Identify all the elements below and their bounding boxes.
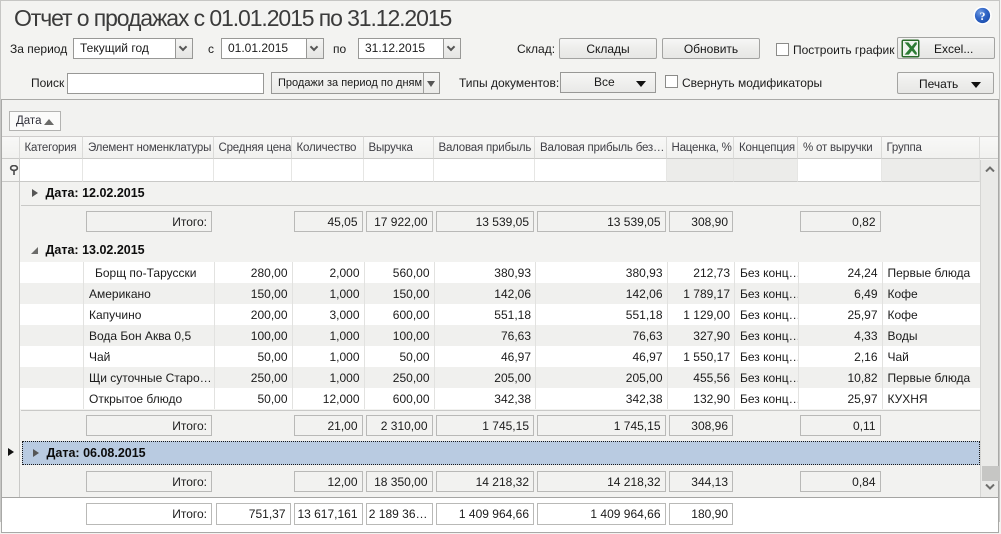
svg-text:?: ? [980, 9, 986, 23]
